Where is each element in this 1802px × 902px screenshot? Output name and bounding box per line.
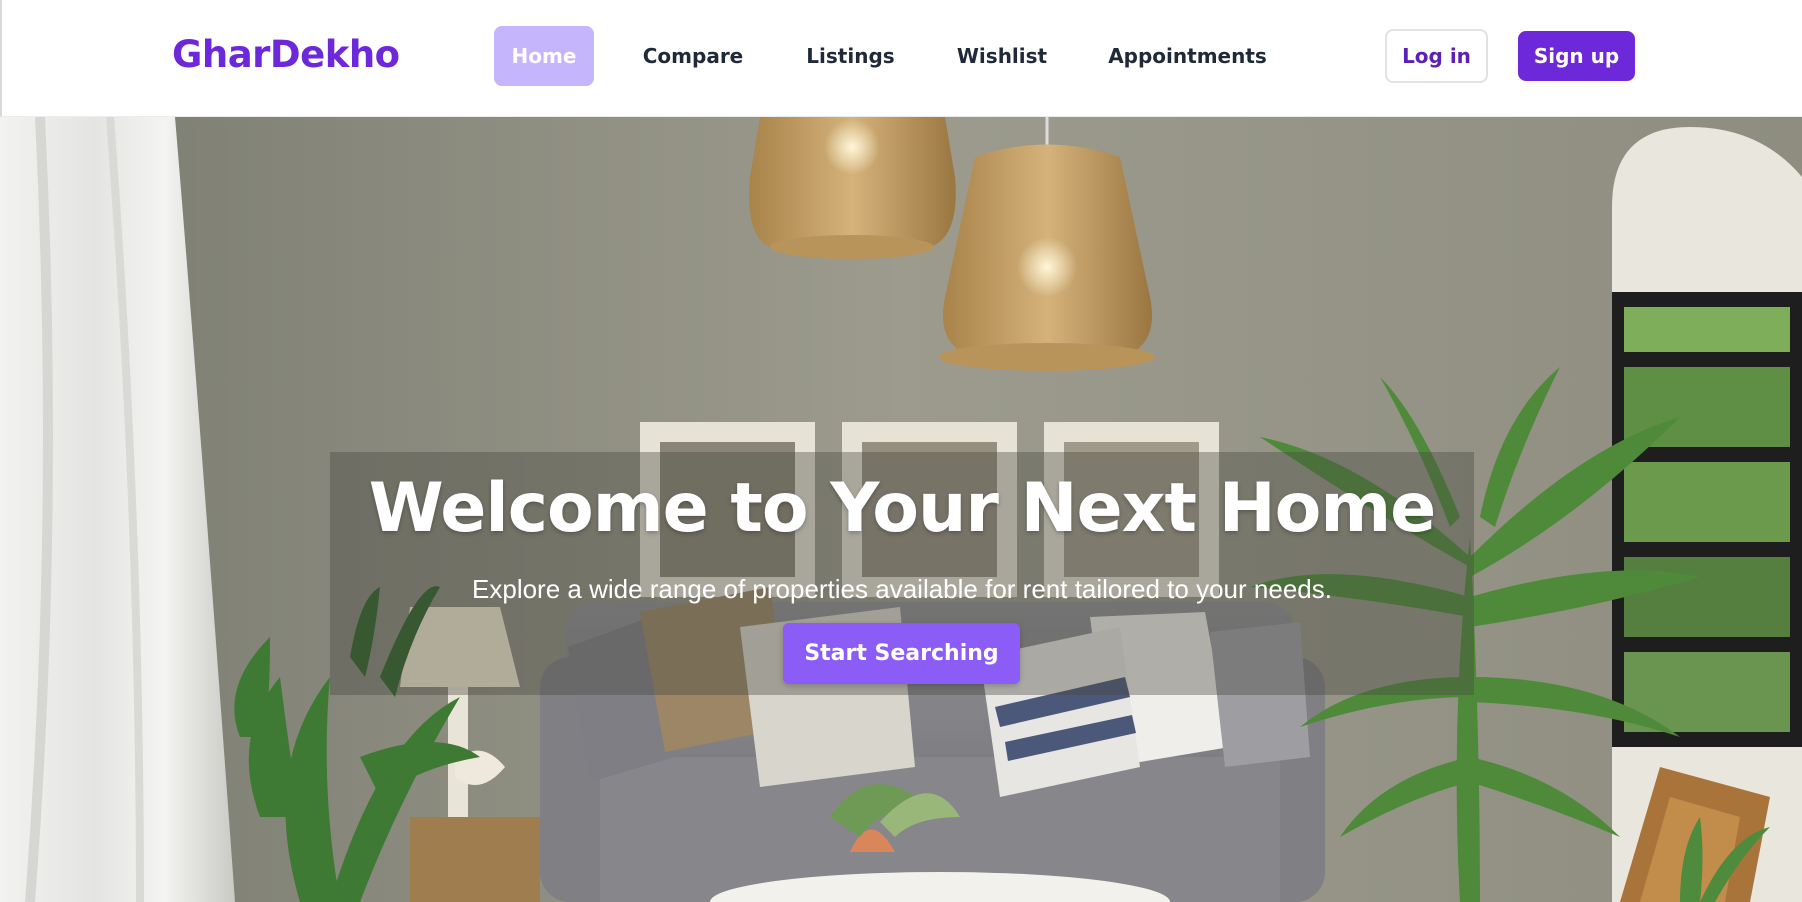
nav-compare[interactable]: Compare — [630, 26, 756, 86]
login-button[interactable]: Log in — [1385, 29, 1488, 83]
hero-subtitle: Explore a wide range of properties avail… — [472, 574, 1332, 604]
site-header: GharDekho Home Compare Listings Wishlist… — [0, 0, 1802, 117]
nav-home[interactable]: Home — [494, 26, 594, 86]
start-searching-button[interactable]: Start Searching — [783, 623, 1020, 684]
hero-section: Welcome to Your Next Home Explore a wide… — [0, 117, 1802, 902]
hero-title: Welcome to Your Next Home — [368, 469, 1437, 548]
brand-logo[interactable]: GharDekho — [172, 30, 400, 80]
nav-listings[interactable]: Listings — [798, 26, 903, 86]
nav-wishlist[interactable]: Wishlist — [949, 26, 1055, 86]
signup-button[interactable]: Sign up — [1518, 31, 1635, 81]
nav-appointments[interactable]: Appointments — [1105, 26, 1270, 86]
